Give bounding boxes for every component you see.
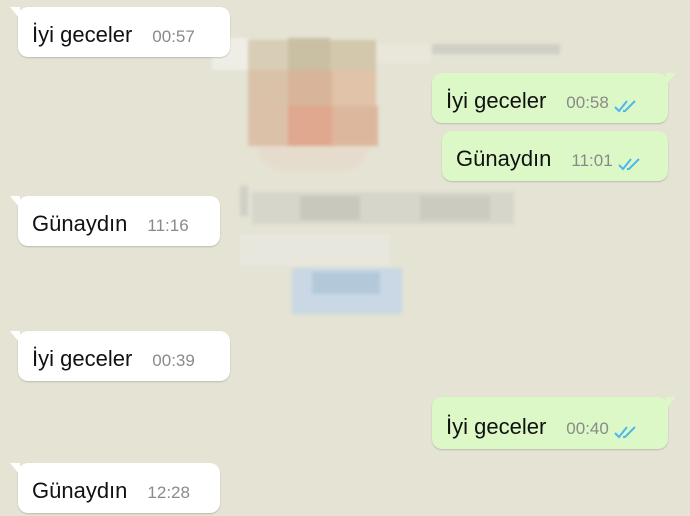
message-outgoing[interactable]: İyi geceler 00:40 — [432, 397, 676, 449]
message-text: İyi geceler — [32, 346, 133, 371]
message-text: Günaydın — [456, 146, 552, 171]
message-time: 00:58 — [566, 93, 609, 112]
message-time: 12:28 — [147, 483, 190, 502]
chat-area: İyi geceler 00:57 İyi geceler 00:58 Güna… — [0, 0, 690, 516]
bubble-tail — [10, 7, 20, 19]
message-incoming[interactable]: Günaydın 12:28 — [10, 463, 220, 513]
bubble-tail — [666, 397, 676, 409]
message-incoming[interactable]: Günaydın 11:16 — [10, 196, 220, 246]
message-text: İyi geceler — [32, 22, 133, 47]
message-time: 00:57 — [152, 27, 195, 46]
message-outgoing[interactable]: Günaydın 11:01 — [442, 131, 668, 181]
double-check-icon — [617, 158, 640, 171]
bubble-tail — [10, 196, 20, 208]
message-time: 00:40 — [566, 419, 609, 438]
message-time: 11:01 — [571, 151, 613, 170]
bubble-tail — [10, 463, 20, 475]
message-text: Günaydın — [32, 478, 128, 503]
message-time: 11:16 — [147, 216, 189, 235]
bubble-tail — [666, 73, 676, 85]
message-text: İyi geceler — [446, 88, 547, 113]
message-outgoing[interactable]: İyi geceler 00:58 — [432, 73, 676, 123]
message-text: Günaydın — [32, 211, 128, 236]
double-check-icon — [614, 426, 636, 439]
double-check-icon — [614, 100, 636, 113]
bubble-tail — [10, 331, 20, 343]
message-time: 00:39 — [152, 351, 195, 370]
message-text: İyi geceler — [446, 414, 547, 439]
message-incoming[interactable]: İyi geceler 00:57 — [10, 7, 230, 57]
message-incoming[interactable]: İyi geceler 00:39 — [10, 331, 230, 381]
